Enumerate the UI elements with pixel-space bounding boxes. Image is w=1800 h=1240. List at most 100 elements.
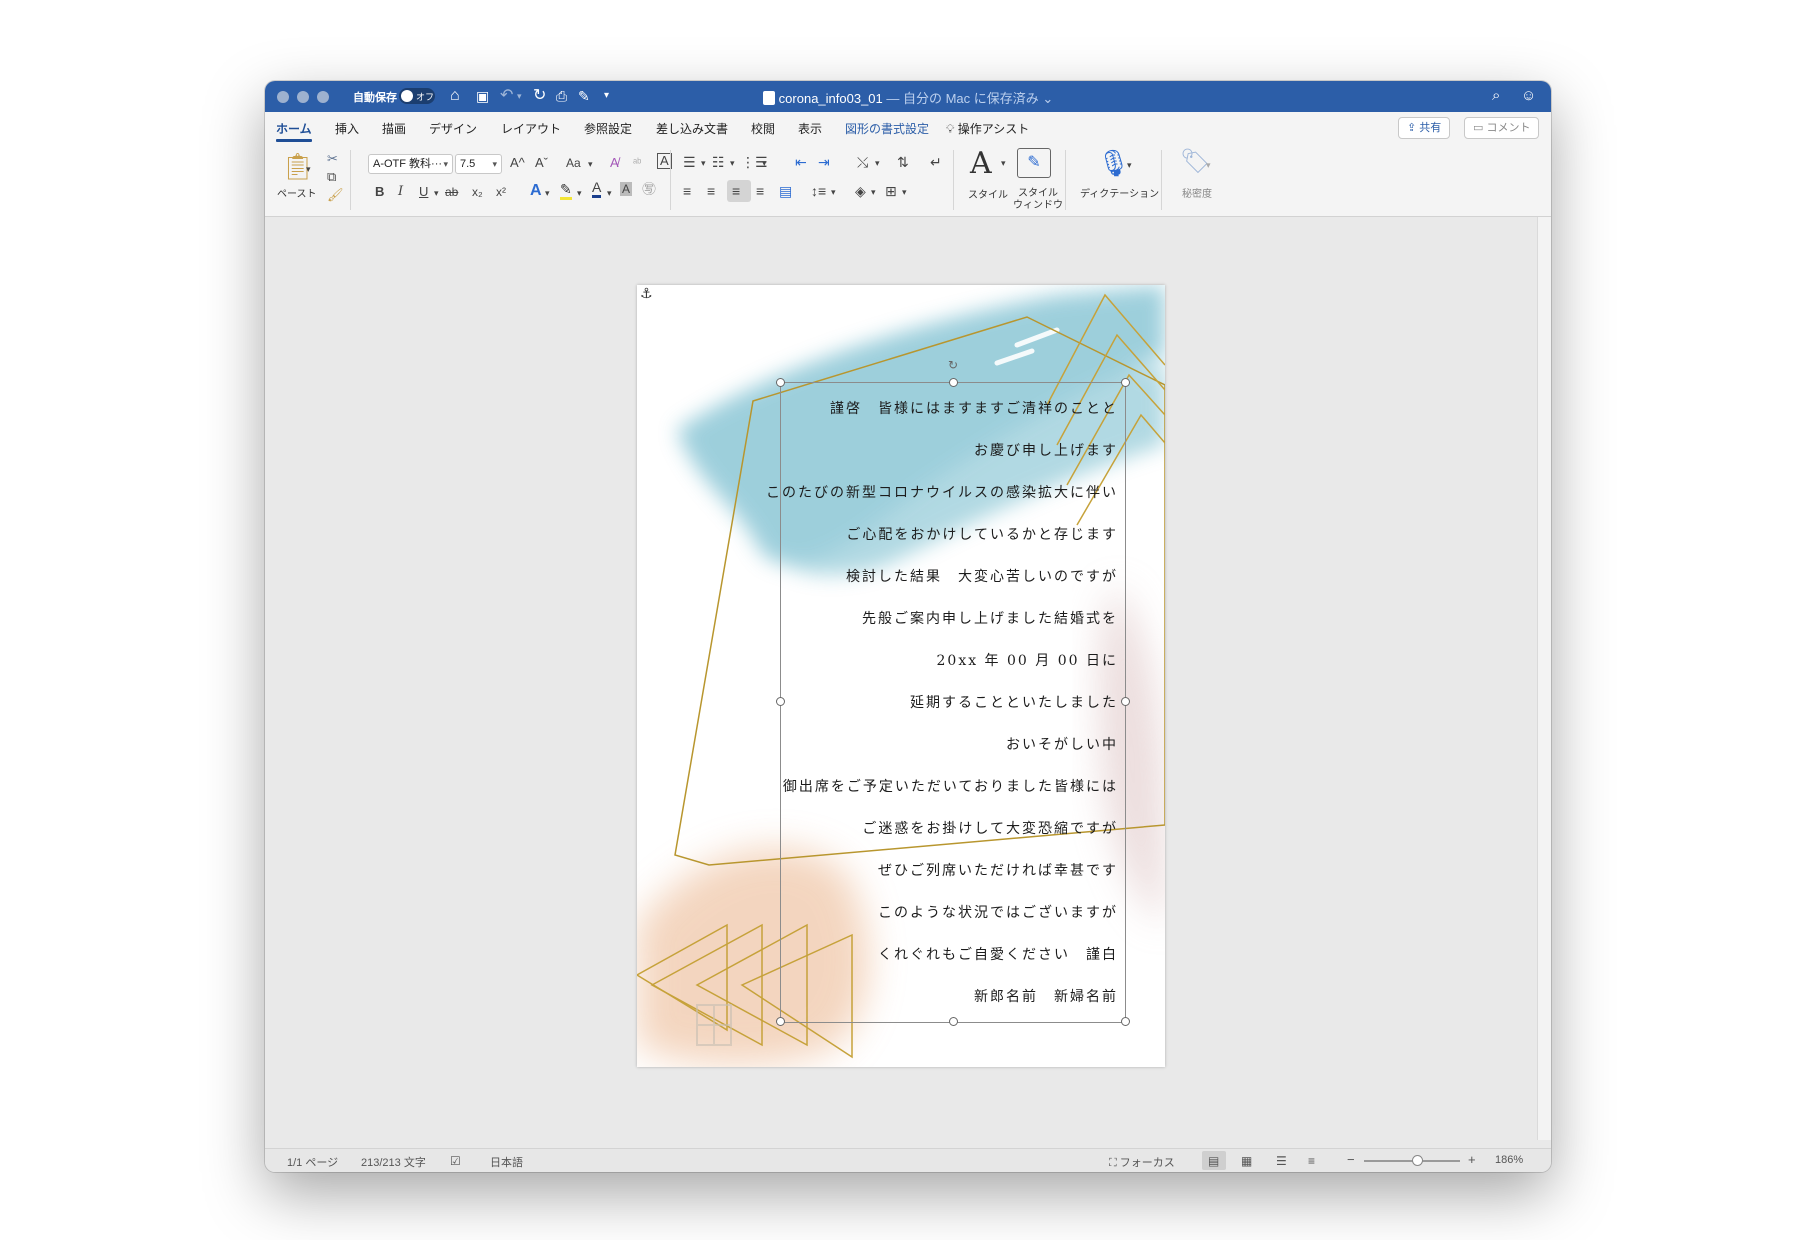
text-line[interactable]: ぜひご列席いただければ幸甚です — [878, 860, 1118, 880]
print-layout-icon[interactable]: ▤ — [1208, 1154, 1219, 1168]
web-layout-icon[interactable]: ▦ — [1241, 1154, 1252, 1168]
document-page[interactable]: ⚓︎ ↻ 謹啓 皆様にはますますご清祥のことと お慶び申し上げます このたびの新… — [637, 285, 1165, 1067]
align-left-icon[interactable]: ≡ — [683, 182, 691, 200]
comment-button[interactable]: ▭ コメント — [1464, 117, 1540, 139]
enclose-characters-icon[interactable]: ㊢ — [642, 180, 656, 198]
paste-dropdown-icon[interactable]: ▾ — [306, 160, 311, 178]
vertical-scrollbar[interactable] — [1537, 217, 1551, 1140]
line-spacing-icon[interactable]: ↕≡ — [811, 182, 826, 200]
align-center-icon[interactable]: ≡ — [707, 182, 715, 200]
character-shading-icon[interactable]: A — [620, 182, 633, 196]
font-color-dropdown-icon[interactable]: ▾ — [607, 184, 612, 202]
shading-dropdown-icon[interactable]: ▾ — [871, 183, 876, 201]
document-text[interactable]: 謹啓 皆様にはますますご清祥のことと お慶び申し上げます このたびの新型コロナウ… — [766, 382, 1119, 1023]
numbering-dropdown-icon[interactable]: ▾ — [730, 154, 735, 172]
text-line[interactable]: 検討した結果 大変心苦しいのですが — [846, 566, 1118, 586]
shading-icon[interactable]: ◈ — [855, 182, 866, 200]
language-label[interactable]: 日本語 — [490, 1154, 523, 1170]
strikethrough-button[interactable]: ab — [445, 183, 458, 201]
underline-button[interactable]: U — [419, 183, 428, 201]
tab-tell-me[interactable]: 💡︎ 操作アシスト — [946, 120, 1029, 137]
microphone-icon[interactable]: 🎙︎ — [1097, 148, 1130, 178]
text-line[interactable]: くれぐれもご自愛ください 謹白 — [878, 944, 1118, 964]
font-color-icon[interactable]: A — [592, 180, 602, 198]
tab-references[interactable]: 参照設定 — [584, 120, 632, 137]
title-chevron-icon[interactable]: ⌄ — [1042, 91, 1053, 106]
increase-indent-icon[interactable]: ⇥ — [818, 153, 830, 171]
tab-mailings[interactable]: 差し込み文書 — [656, 120, 728, 137]
text-line[interactable]: このような状況ではございますが — [878, 902, 1118, 922]
font-size-select[interactable]: 7.5 ▾ — [455, 154, 502, 174]
tab-review[interactable]: 校閲 — [751, 120, 775, 137]
tab-insert[interactable]: 挿入 — [335, 120, 359, 137]
tab-view[interactable]: 表示 — [798, 120, 822, 137]
change-case-dropdown-icon[interactable]: ▾ — [588, 155, 593, 173]
text-line[interactable]: このたびの新型コロナウイルスの感染拡大に伴い — [766, 482, 1118, 502]
text-effects-dropdown-icon[interactable]: ▾ — [545, 184, 550, 202]
rotate-handle-icon[interactable]: ↻ — [948, 358, 958, 372]
decrease-indent-icon[interactable]: ⇤ — [795, 153, 807, 171]
proofing-icon[interactable]: ☑ — [450, 1154, 461, 1168]
text-line[interactable]: 御出席をご予定いただいておりました皆様には — [783, 776, 1118, 796]
word-count[interactable]: 213/213 文字 — [361, 1154, 426, 1170]
styles-dropdown-icon[interactable]: ▾ — [1001, 154, 1006, 172]
text-line[interactable]: ご心配をおかけしているかと存じます — [846, 524, 1118, 544]
shrink-font-button[interactable]: Aˇ — [535, 154, 548, 172]
tab-draw[interactable]: 描画 — [382, 120, 406, 137]
resize-handle[interactable] — [1121, 378, 1130, 387]
clear-formatting-icon[interactable]: A̸ — [610, 154, 619, 172]
line-spacing-dropdown-icon[interactable]: ▾ — [831, 183, 836, 201]
asian-layout-dropdown-icon[interactable]: ▾ — [875, 154, 880, 172]
text-line[interactable]: 20xx 年 00 月 00 日に — [937, 650, 1119, 670]
anchor-icon[interactable]: ⚓︎ — [640, 285, 653, 302]
zoom-out-button[interactable]: − — [1347, 1152, 1355, 1167]
borders-icon[interactable]: ⊞ — [885, 182, 897, 200]
distributed-icon[interactable]: ▤ — [779, 182, 792, 200]
zoom-slider-thumb[interactable] — [1411, 1155, 1423, 1166]
styles-icon[interactable]: A — [970, 148, 992, 180]
multilevel-dropdown-icon[interactable]: ▾ — [762, 154, 767, 172]
sort-icon[interactable]: ⇅ — [897, 153, 909, 171]
grow-font-button[interactable]: A^ — [510, 154, 525, 172]
subscript-button[interactable]: x₂ — [472, 183, 483, 201]
underline-dropdown-icon[interactable]: ▾ — [434, 184, 439, 202]
align-right-icon[interactable]: ≡ — [732, 182, 740, 200]
font-name-select[interactable]: A-OTF 教科··· ▾ — [368, 154, 453, 174]
copy-icon[interactable]: ⧉ — [327, 168, 336, 186]
outline-view-icon[interactable]: ☰ — [1276, 1154, 1287, 1168]
cut-icon[interactable]: ✂ — [327, 150, 338, 168]
draft-view-icon[interactable]: ≡ — [1308, 1154, 1315, 1168]
tab-design[interactable]: デザイン — [429, 120, 477, 137]
bold-button[interactable]: B — [375, 183, 384, 201]
change-case-button[interactable]: Aa — [566, 154, 581, 172]
zoom-in-button[interactable]: + — [1468, 1152, 1476, 1167]
search-icon[interactable]: ⌕ — [1492, 86, 1500, 106]
text-line[interactable]: お慶び申し上げます — [974, 440, 1118, 460]
italic-button[interactable]: I — [398, 183, 403, 201]
share-button[interactable]: ⇪ 共有 — [1398, 117, 1451, 139]
style-window-icon[interactable]: ✎ — [1017, 148, 1051, 178]
phonetic-guide-icon[interactable]: ᵃᵇ — [633, 154, 641, 172]
highlight-icon[interactable]: ✎ — [560, 182, 572, 200]
text-line[interactable]: 先般ご案内申し上げました結婚式を — [862, 608, 1118, 628]
smiley-icon[interactable]: ☺ — [1521, 86, 1536, 106]
text-effects-icon[interactable]: A — [530, 182, 542, 200]
tab-shape-format[interactable]: 図形の書式設定 — [845, 120, 929, 137]
justify-icon[interactable]: ≡ — [756, 182, 764, 200]
numbering-icon[interactable]: ☷ — [712, 153, 725, 171]
format-painter-icon[interactable]: 🖌︎ — [327, 186, 344, 204]
zoom-percent[interactable]: 186% — [1495, 1154, 1523, 1166]
tab-layout[interactable]: レイアウト — [501, 120, 561, 137]
asian-layout-icon[interactable]: ⤯ — [857, 153, 868, 171]
sensitivity-dropdown-icon[interactable]: ▾ — [1206, 156, 1211, 174]
borders-dropdown-icon[interactable]: ▾ — [902, 183, 907, 201]
bullets-icon[interactable]: ☰ — [683, 153, 696, 171]
resize-handle[interactable] — [1121, 1017, 1130, 1026]
highlight-dropdown-icon[interactable]: ▾ — [577, 184, 582, 202]
bullets-dropdown-icon[interactable]: ▾ — [701, 154, 706, 172]
show-formatting-icon[interactable]: ↵ — [930, 153, 942, 171]
text-line[interactable]: ご迷惑をお掛けして大変恐縮ですが — [862, 818, 1118, 838]
superscript-button[interactable]: x² — [496, 183, 506, 201]
resize-handle[interactable] — [1121, 697, 1130, 706]
text-line[interactable]: 新郎名前 新婦名前 — [974, 986, 1118, 1006]
